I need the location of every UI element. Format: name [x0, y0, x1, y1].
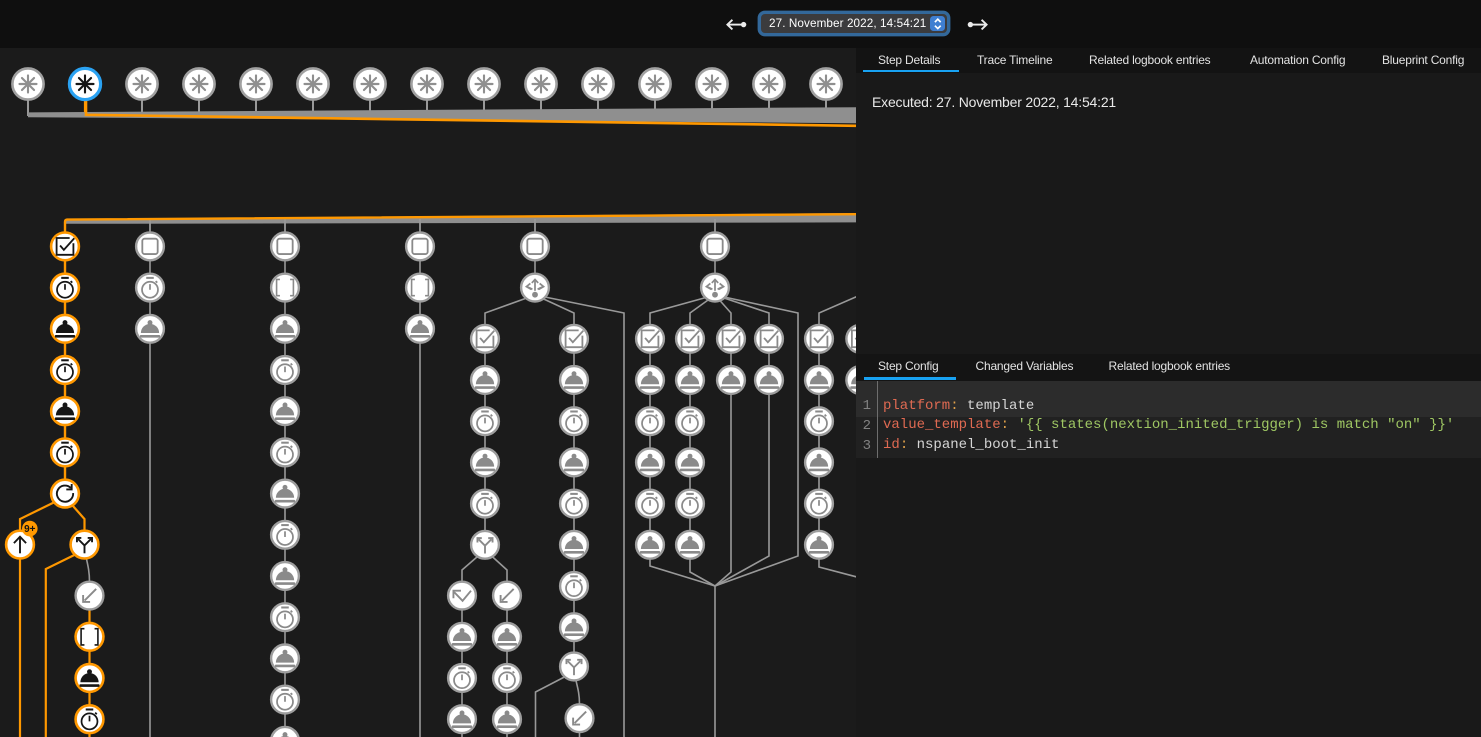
svg-text:9+: 9+ [24, 524, 36, 535]
